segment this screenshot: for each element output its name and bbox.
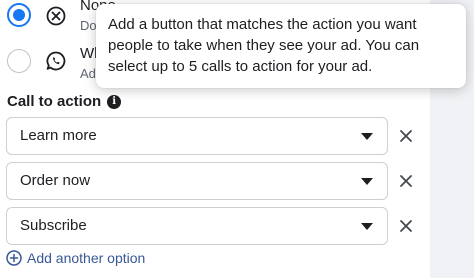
close-icon (400, 130, 412, 142)
caret-down-icon (361, 133, 373, 140)
add-another-option-button[interactable]: Add another option (6, 250, 145, 266)
info-icon[interactable]: i (107, 94, 122, 109)
cta-row: Subscribe (6, 207, 426, 245)
option-subtitle: Do (80, 18, 97, 33)
cta-tooltip: Add a button that matches the action you… (96, 4, 466, 88)
add-option-label: Add another option (27, 250, 146, 266)
cta-row: Order now (6, 162, 426, 200)
close-icon (400, 220, 412, 232)
radio-none[interactable] (7, 3, 31, 27)
select-value: Subscribe (20, 217, 87, 234)
remove-option-button[interactable] (394, 214, 418, 238)
caret-down-icon (361, 223, 373, 230)
caret-down-icon (361, 178, 373, 185)
remove-option-button[interactable] (394, 124, 418, 148)
tooltip-text: Add a button that matches the action you… (108, 16, 420, 75)
radio-whatsapp[interactable] (7, 49, 31, 73)
select-value: Learn more (20, 127, 97, 144)
cta-select[interactable]: Subscribe (6, 207, 388, 245)
close-icon (400, 175, 412, 187)
call-to-action-label: Call to action (7, 93, 102, 110)
remove-option-button[interactable] (394, 169, 418, 193)
cta-row: Learn more (6, 117, 426, 155)
x-circle-icon (46, 6, 66, 26)
cta-select[interactable]: Order now (6, 162, 388, 200)
plus-circle-icon (6, 250, 22, 266)
section-label: Call to action i (7, 93, 122, 110)
cta-select[interactable]: Learn more (6, 117, 388, 155)
whatsapp-icon (46, 51, 66, 71)
select-value: Order now (20, 172, 91, 189)
option-subtitle: Ad (80, 66, 96, 81)
